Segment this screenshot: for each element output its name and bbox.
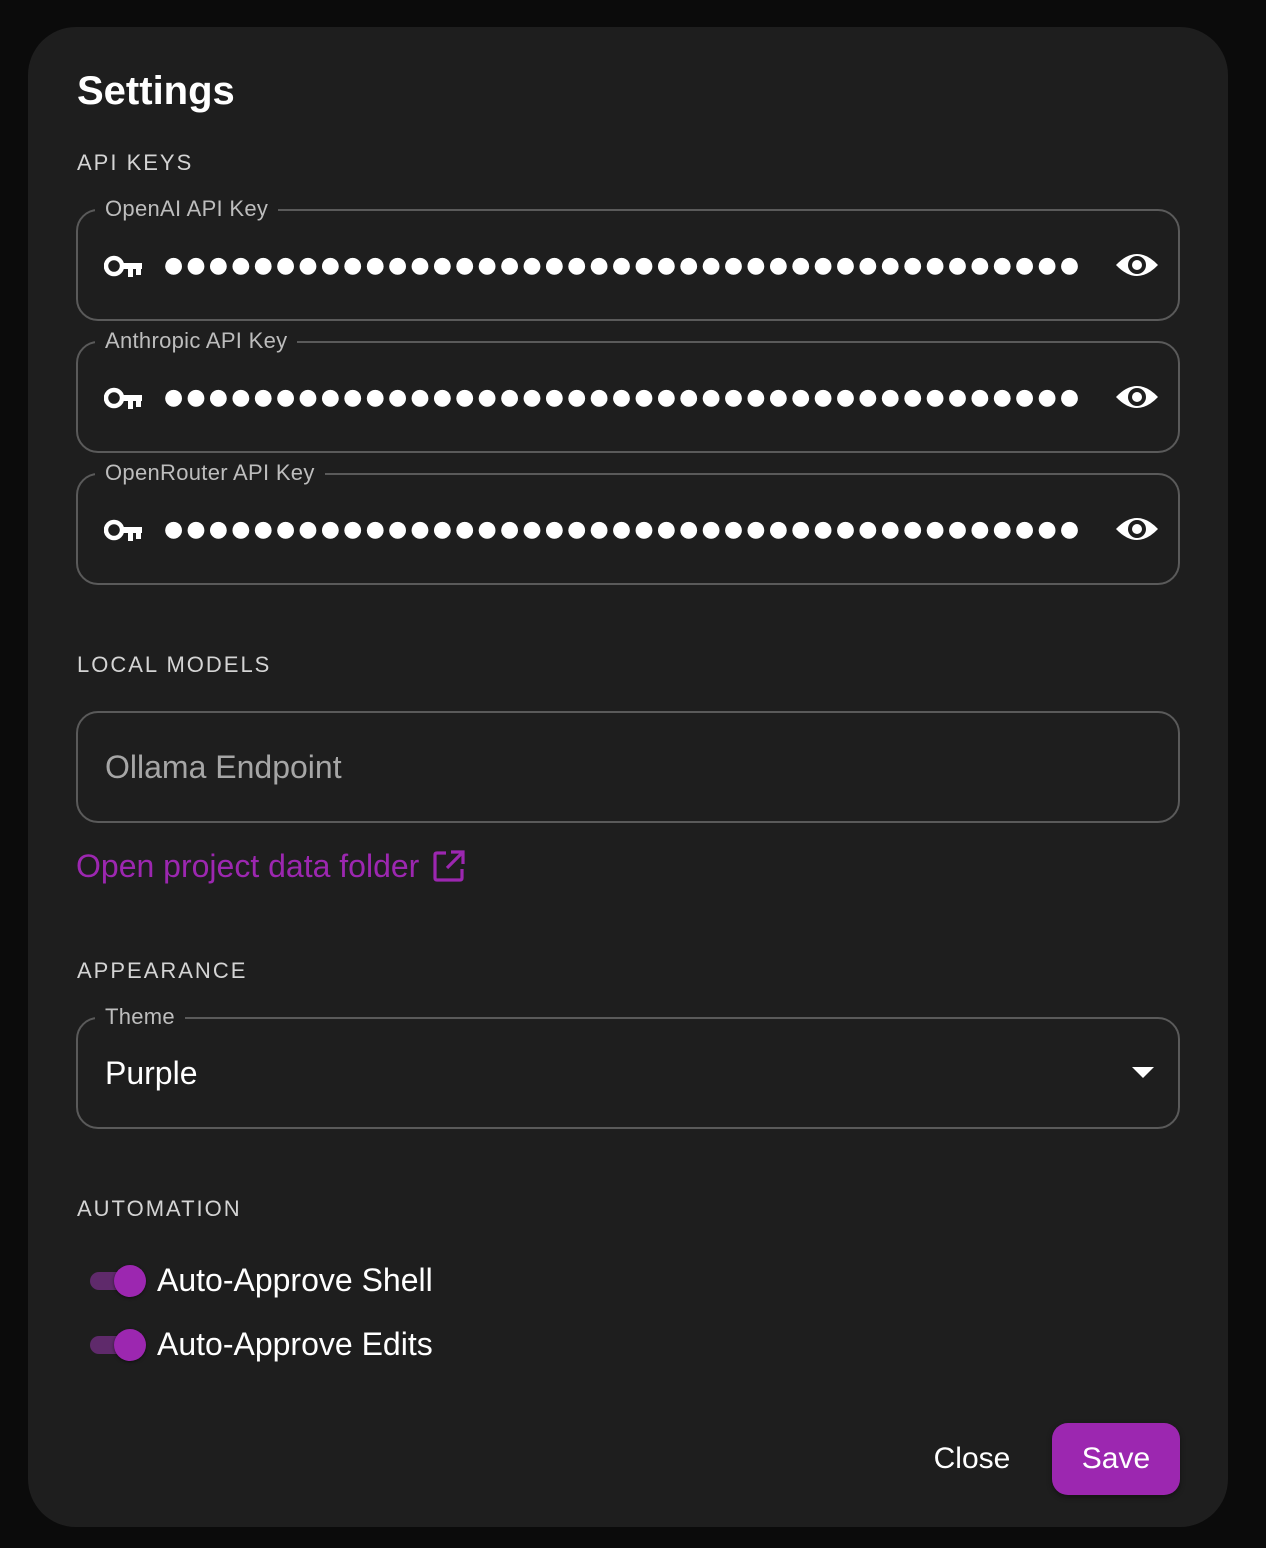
section-label-api-keys: API KEYS (77, 150, 194, 175)
openai-api-key-field[interactable]: OpenAI API Key ●●●●●●●●●●●●●●●●●●●●●●●●●… (76, 194, 1180, 321)
auto-approve-shell-toggle[interactable] (88, 1260, 148, 1300)
anthropic-api-key-label: Anthropic API Key (95, 326, 298, 356)
auto-approve-edits-toggle[interactable] (88, 1324, 148, 1364)
switch-thumb (114, 1329, 146, 1361)
section-label-local-models: LOCAL MODELS (77, 652, 272, 677)
key-icon (104, 519, 142, 541)
anthropic-api-key-field[interactable]: Anthropic API Key ●●●●●●●●●●●●●●●●●●●●●●… (76, 326, 1180, 453)
external-link-icon (433, 850, 465, 882)
ollama-endpoint-placeholder: Ollama Endpoint (105, 749, 342, 785)
settings-dialog: Settings API KEYS OpenAI API Key ●●●●●●●… (28, 27, 1228, 1527)
open-project-data-folder-link[interactable]: Open project data folder (76, 845, 466, 887)
section-label-automation: AUTOMATION (77, 1196, 242, 1221)
switch-thumb (114, 1265, 146, 1297)
openrouter-api-key-label: OpenRouter API Key (95, 458, 325, 488)
theme-select-value: Purple (105, 1055, 198, 1091)
auto-approve-shell-label: Auto-Approve Shell (157, 1262, 433, 1298)
eye-icon[interactable] (1114, 245, 1160, 285)
anthropic-api-key-input[interactable]: ●●●●●●●●●●●●●●●●●●●●●●●●●●●●●●●●●●●●●●●●… (164, 373, 1082, 423)
theme-select[interactable]: Theme Purple (76, 1002, 1180, 1129)
auto-approve-shell-row: Auto-Approve Shell (88, 1258, 433, 1302)
key-icon (104, 387, 142, 409)
save-button[interactable]: Save (1052, 1423, 1180, 1495)
dropdown-arrow-icon (1132, 1067, 1154, 1078)
open-project-data-folder-label: Open project data folder (76, 848, 420, 884)
openai-api-key-label: OpenAI API Key (95, 194, 279, 224)
auto-approve-edits-label: Auto-Approve Edits (157, 1326, 433, 1362)
eye-icon[interactable] (1114, 509, 1160, 549)
auto-approve-edits-row: Auto-Approve Edits (88, 1322, 433, 1366)
openai-api-key-input[interactable]: ●●●●●●●●●●●●●●●●●●●●●●●●●●●●●●●●●●●●●●●●… (164, 241, 1082, 291)
ollama-endpoint-input[interactable]: Ollama Endpoint (76, 711, 1180, 823)
openrouter-api-key-input[interactable]: ●●●●●●●●●●●●●●●●●●●●●●●●●●●●●●●●●●●●●●●●… (164, 505, 1082, 555)
key-icon (104, 255, 142, 277)
dialog-title: Settings (77, 69, 235, 113)
openrouter-api-key-field[interactable]: OpenRouter API Key ●●●●●●●●●●●●●●●●●●●●●… (76, 458, 1180, 585)
section-label-appearance: APPEARANCE (77, 958, 248, 983)
close-button[interactable]: Close (910, 1423, 1034, 1495)
eye-icon[interactable] (1114, 377, 1160, 417)
